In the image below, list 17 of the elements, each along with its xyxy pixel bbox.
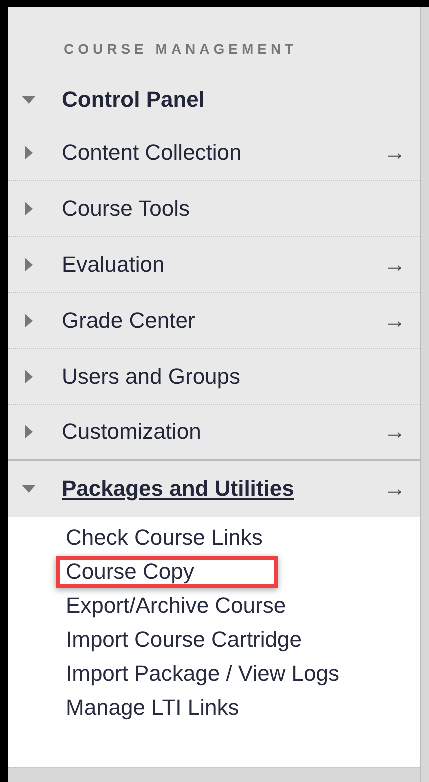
- section-heading: COURSE MANAGEMENT: [8, 7, 420, 75]
- arrow-link[interactable]: →: [384, 140, 406, 166]
- menu-item[interactable]: Packages and Utilities: [62, 476, 384, 502]
- menu-item[interactable]: Grade Center: [62, 308, 384, 334]
- submenu-link[interactable]: Import Package / View Logs: [56, 658, 401, 690]
- submenu-link[interactable]: Check Course Links: [56, 522, 401, 554]
- submenu-link[interactable]: Import Course Cartridge: [56, 624, 401, 656]
- submenu-link[interactable]: Export/Archive Course: [56, 590, 401, 622]
- arrow-link[interactable]: →: [384, 252, 406, 278]
- arrow-link[interactable]: →: [384, 476, 406, 502]
- arrow-link[interactable]: →: [384, 419, 406, 445]
- menu-item[interactable]: Evaluation: [62, 252, 384, 278]
- submenu-link[interactable]: Course Copy: [56, 556, 278, 588]
- menu-item[interactable]: Content Collection: [62, 140, 384, 166]
- submenu-link[interactable]: Manage LTI Links: [56, 692, 401, 724]
- arrow-link[interactable]: →: [384, 308, 406, 334]
- menu-item[interactable]: Customization: [62, 419, 384, 445]
